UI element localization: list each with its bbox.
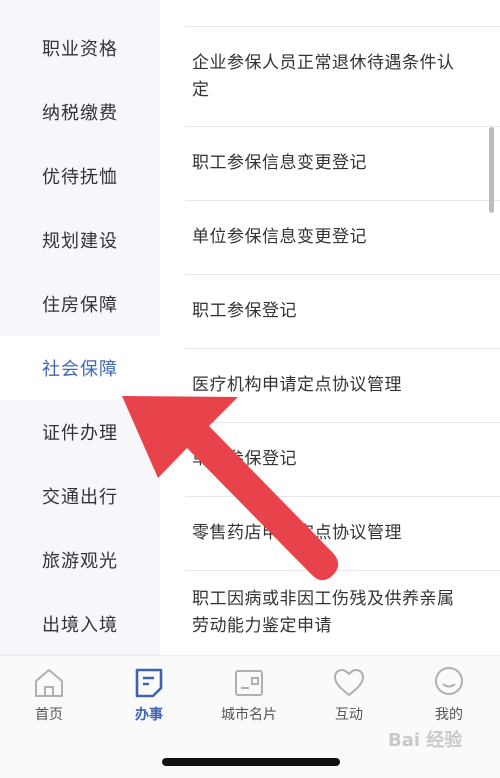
service-item-label: 医疗机构申请定点协议管理 [192, 375, 402, 395]
home-indicator[interactable] [162, 758, 340, 766]
service-item-label: 零售药店申请定点协议管理 [192, 523, 402, 543]
service-item-label: 单位参保信息变更登记 [192, 227, 367, 247]
home-icon [35, 669, 63, 697]
category-sidebar: 职业资格 纳税缴费 优待抚恤 规划建设 住房保障 社会保障 证件办理 交通出行 … [0, 0, 170, 656]
service-item-label: 单位参保登记 [192, 449, 297, 469]
tab-label: 办事 [135, 707, 163, 723]
watermark: Bai 经验 [388, 730, 463, 751]
tab-label: 我的 [435, 707, 463, 723]
sidebar-item-professional-qualification[interactable]: 职业资格 [0, 16, 160, 80]
tab-label: 城市名片 [221, 707, 277, 723]
tab-label: 首页 [35, 707, 63, 723]
sidebar-item-preferential-care[interactable]: 优待抚恤 [0, 144, 160, 208]
service-item-label: 职工参保信息变更登记 [192, 153, 367, 173]
service-item-label: 企业参保人员正常退休待遇条件认定 [192, 52, 455, 100]
service-item-label: 职工因病或非因工伤残及供养亲属劳动能力鉴定申请 [192, 589, 455, 636]
sidebar-item-social-security[interactable]: 社会保障 [0, 336, 170, 400]
sidebar-item-transportation[interactable]: 交通出行 [0, 464, 160, 528]
service-item-employee-info-change[interactable]: 职工参保信息变更登记 [185, 126, 500, 200]
smile-icon [435, 667, 463, 695]
service-item-medical-institution-agreement[interactable]: 医疗机构申请定点协议管理 [185, 348, 500, 422]
sidebar-item-tourism[interactable]: 旅游观光 [0, 528, 160, 592]
sidebar-item-tax-payment[interactable]: 纳税缴费 [0, 80, 160, 144]
sidebar-item-entry-exit[interactable]: 出境入境 [0, 592, 160, 656]
tab-interaction[interactable]: 互动 [309, 666, 389, 724]
tab-city-card[interactable]: 城市名片 [209, 666, 289, 724]
list-scrollbar[interactable] [489, 127, 494, 213]
tab-label: 互动 [335, 707, 363, 723]
service-item-retirement-certification[interactable]: 企业参保人员正常退休待遇条件认定 [185, 26, 500, 126]
service-item-employee-registration[interactable]: 职工参保登记 [185, 274, 500, 348]
card-icon [235, 670, 263, 696]
tab-mine[interactable]: 我的 [409, 666, 489, 724]
sidebar-item-certificate-handling[interactable]: 证件办理 [0, 400, 160, 464]
sidebar-item-planning-construction[interactable]: 规划建设 [0, 208, 160, 272]
document-icon [135, 668, 163, 698]
tab-services[interactable]: 办事 [109, 666, 189, 724]
service-item-pharmacy-agreement[interactable]: 零售药店申请定点协议管理 [185, 496, 500, 570]
sidebar-item-housing-security[interactable]: 住房保障 [0, 272, 160, 336]
service-item-unit-registration[interactable]: 单位参保登记 [185, 422, 500, 496]
service-list: 企业参保人员正常退休待遇条件认定 职工参保信息变更登记 单位参保信息变更登记 职… [160, 0, 500, 655]
heart-icon [334, 669, 364, 696]
service-item-work-ability-appraisal[interactable]: 职工因病或非因工伤残及供养亲属劳动能力鉴定申请 [185, 570, 500, 655]
tab-home[interactable]: 首页 [9, 666, 89, 724]
service-item-unit-info-change[interactable]: 单位参保信息变更登记 [185, 200, 500, 274]
service-item-label: 职工参保登记 [192, 301, 297, 321]
